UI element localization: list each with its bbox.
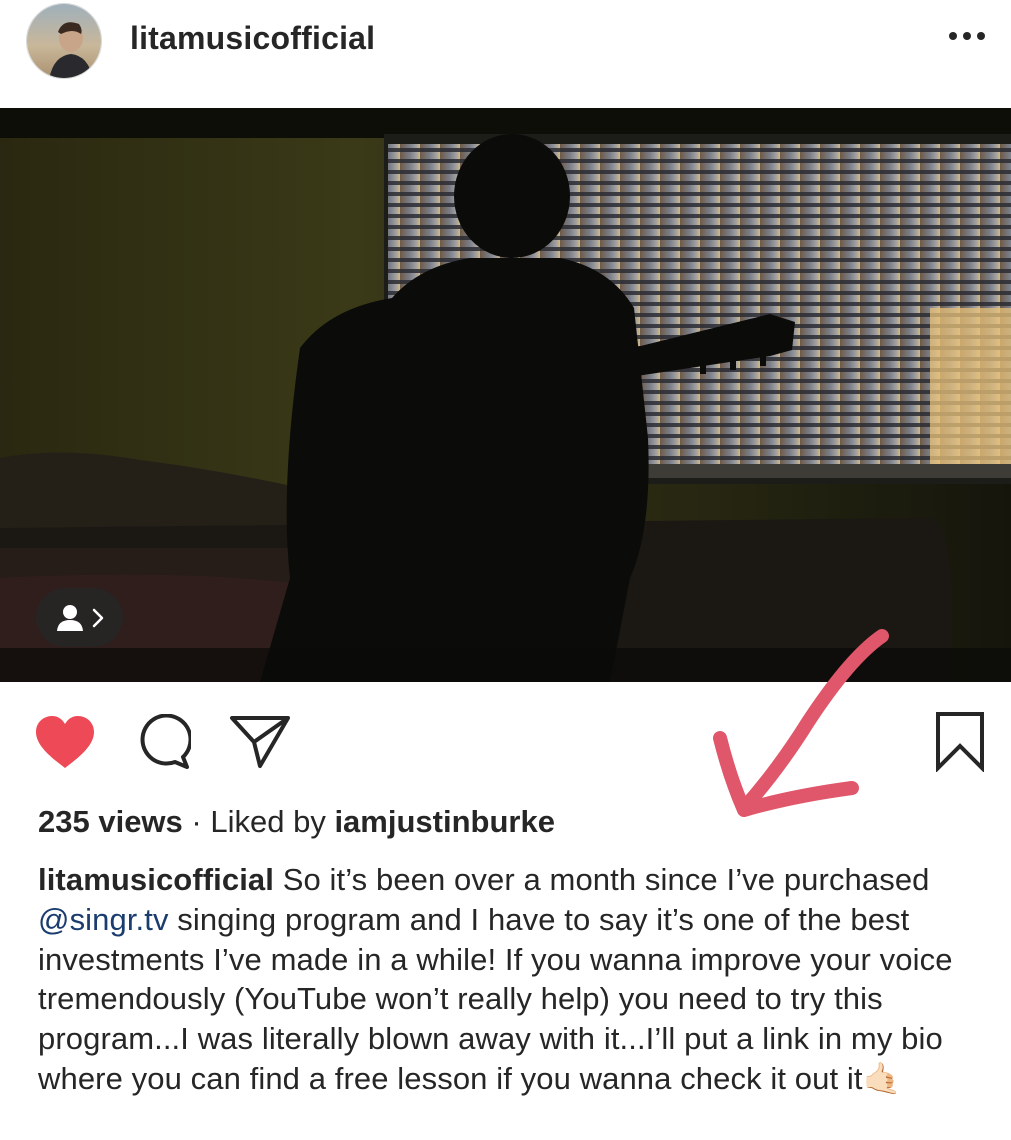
more-options-button[interactable] [944,14,990,58]
separator: · [182,804,211,839]
avatar[interactable] [26,3,102,79]
comment-icon [140,713,193,769]
post-media[interactable] [0,108,1011,682]
caption-text-2: singing program and I have to say it’s o… [38,901,953,1096]
caption-username[interactable]: litamusicofficial [38,862,274,897]
liked-by-label: Liked by [210,804,335,839]
liked-by-user[interactable]: iamjustinburke [334,804,555,839]
save-button[interactable] [932,710,988,773]
tagged-users-button[interactable] [36,588,123,647]
call-me-hand-emoji: 🤙🏻 [862,1060,902,1096]
views-liked-by: 235 views · Liked by iamjustinburke [38,804,555,840]
user-tag-icon [56,604,83,631]
views-count[interactable]: 235 views [38,804,183,839]
heart-icon [36,716,94,768]
post-caption: litamusicofficial So it’s been over a mo… [38,860,988,1099]
video-frame [0,108,1011,682]
post-username[interactable]: litamusicofficial [130,20,375,57]
comment-button[interactable] [133,713,193,772]
bookmark-icon [936,712,984,773]
chevron-right-icon [92,608,103,627]
share-button[interactable] [228,712,292,770]
post-action-bar [0,690,1011,790]
caption-mention-link[interactable]: @singr.tv [38,902,169,937]
more-options-icon [949,32,985,40]
caption-text-1: So it’s been over a month since I’ve pur… [274,862,930,897]
post-header: litamusicofficial [0,0,1011,108]
like-button[interactable] [34,714,96,772]
avatar-image [27,4,101,78]
paper-plane-icon [230,716,290,768]
